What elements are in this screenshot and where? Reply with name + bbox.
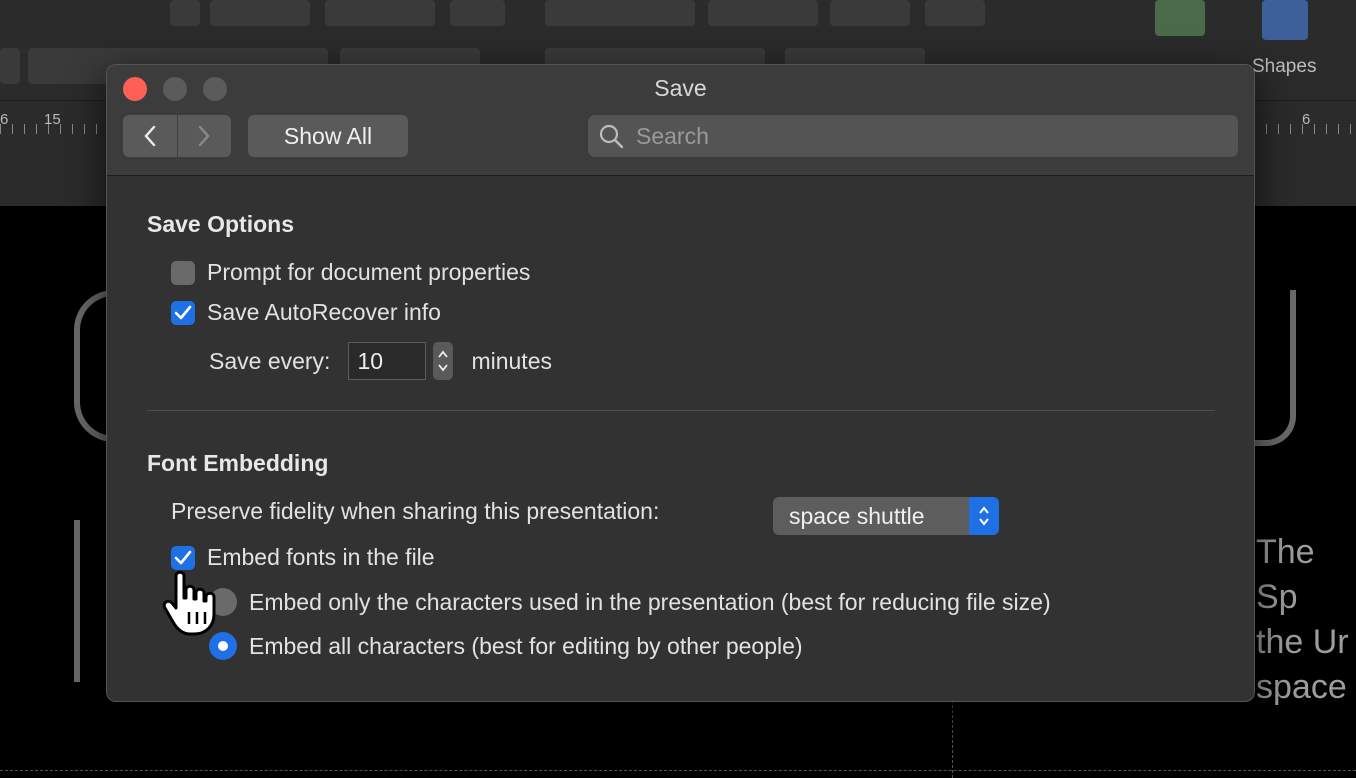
toolbar-dropdown[interactable] [170,0,200,26]
show-all-button[interactable]: Show All [248,115,408,157]
embed-all-row[interactable]: Embed all characters (best for editing b… [209,632,803,660]
up-down-chevron-icon [979,506,989,526]
slide-guide [0,770,1356,771]
shapes-label: Shapes [1252,56,1317,77]
embed-fonts-row[interactable]: Embed fonts in the file [171,544,435,571]
embed-only-used-label: Embed only the characters used in the pr… [249,588,1051,615]
save-every-label: Save every: [209,347,331,374]
save-preferences-dialog: Save Show All Save Options Prompt for do… [106,64,1255,702]
slide-title-art [1254,290,1296,446]
presentation-select[interactable]: space shuttle [773,497,999,535]
search-input[interactable] [634,121,1218,151]
ruler-ticks [1254,124,1356,134]
select-arrows [969,497,999,535]
chevron-right-icon [199,125,210,147]
slide-title-art [74,520,80,682]
slide-body-text: The Sp the Ur space [1256,533,1349,706]
list-buttons[interactable] [545,0,695,26]
indent-buttons[interactable] [708,0,818,26]
chevron-left-icon [144,125,155,147]
slide-guide [952,700,953,778]
ruler-ticks [0,124,106,134]
save-every-stepper[interactable] [433,342,454,380]
prompt-properties-row[interactable]: Prompt for document properties [171,259,530,286]
stepper-arrows-icon [438,350,449,372]
embed-fonts-checkbox[interactable] [171,545,195,570]
save-every-row: Save every: minutes [209,342,552,380]
presentation-select-value: space shuttle [789,502,925,529]
autorecover-label: Save AutoRecover info [207,299,441,325]
dialog-title: Save [654,75,707,101]
toolbar-button[interactable] [0,48,20,84]
shapes-icon[interactable] [1262,0,1308,40]
embed-fonts-label: Embed fonts in the file [207,544,435,570]
columns-button[interactable] [925,0,985,26]
dialog-titlebar: Save Show All [107,65,1254,176]
embed-all-label: Embed all characters (best for editing b… [249,632,803,659]
clear-format-button[interactable] [450,0,505,26]
prompt-properties-checkbox[interactable] [171,260,195,285]
back-button[interactable] [123,115,177,157]
radio-dot [218,641,228,651]
checkmark-icon [174,550,192,564]
embed-only-used-row[interactable]: Embed only the characters used in the pr… [209,588,1051,616]
back-forward-group [123,115,231,157]
save-every-input[interactable] [348,342,427,380]
font-embedding-heading: Font Embedding [147,450,329,476]
save-every-unit: minutes [471,347,552,374]
font-size-field[interactable] [210,0,310,26]
search-field[interactable] [588,115,1238,157]
section-divider [147,410,1215,411]
autorecover-checkbox[interactable] [171,300,195,325]
forward-button[interactable] [176,115,232,157]
preserve-fidelity-label: Preserve fidelity when sharing this pres… [171,498,660,524]
line-spacing-button[interactable] [830,0,910,26]
font-size-buttons[interactable] [325,0,435,26]
autorecover-row[interactable]: Save AutoRecover info [171,299,441,326]
hand-cursor-icon [162,570,216,636]
save-options-heading: Save Options [147,211,294,237]
search-icon [599,124,624,149]
prompt-properties-label: Prompt for document properties [207,259,531,285]
checkmark-icon [174,305,192,319]
picture-icon[interactable] [1155,0,1205,36]
